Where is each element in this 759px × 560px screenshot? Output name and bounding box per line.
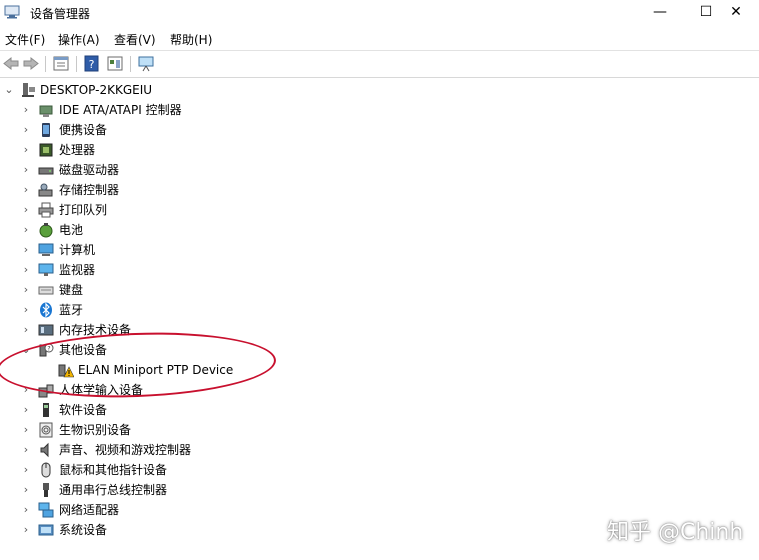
menu-action[interactable]: 操作(A) [58, 31, 100, 48]
software-device-icon [43, 403, 49, 417]
chevron-right-icon[interactable]: › [20, 380, 32, 400]
watermark: 知乎 @Chinh [607, 520, 744, 545]
computer-root-icon [22, 83, 35, 97]
tree-item-label: 便携设备 [59, 123, 108, 137]
chevron-right-icon[interactable]: › [20, 480, 32, 500]
chevron-right-icon[interactable]: › [20, 420, 32, 440]
tree-item-label: 处理器 [59, 143, 96, 157]
system-device-icon [38, 524, 54, 536]
menu-bar: 文件(F) 操作(A) 查看(V) 帮助(H) [0, 27, 759, 49]
tree-item-label: 键盘 [59, 283, 84, 297]
chevron-down-icon[interactable]: ⌄ [3, 80, 15, 100]
device-tree: ⌄ DESKTOP-2KKGEIU › IDE ATA/ATAPI 控制器 › … [0, 80, 759, 560]
menu-view[interactable]: 查看(V) [114, 31, 156, 48]
disk-drive-icon [38, 167, 54, 175]
tree-item-label: 鼠标和其他指针设备 [59, 463, 168, 477]
chevron-right-icon[interactable]: › [20, 280, 32, 300]
chevron-right-icon[interactable]: › [20, 520, 32, 540]
title-bar: 设备管理器 — ☐ ✕ [0, 0, 759, 25]
ide-controller-icon [39, 105, 53, 117]
tree-item-label: 人体学输入设备 [59, 383, 144, 397]
forward-icon[interactable] [22, 55, 40, 72]
tree-root-label: DESKTOP-2KKGEIU [40, 83, 153, 97]
chevron-right-icon[interactable]: › [20, 300, 32, 320]
computer-icon [38, 243, 54, 256]
tree-item-label: 其他设备 [59, 343, 108, 357]
svg-text:?: ? [47, 346, 50, 353]
monitor-icon[interactable] [137, 55, 155, 72]
close-button[interactable]: ✕ [713, 0, 759, 25]
tree-item-label: 打印队列 [59, 203, 108, 217]
tree-item-label: 磁盘驱动器 [59, 163, 120, 177]
sound-icon [40, 442, 49, 458]
tree-item-label: 监视器 [59, 263, 96, 277]
menu-file[interactable]: 文件(F) [5, 31, 45, 48]
tree-item-label: 网络适配器 [59, 503, 120, 517]
chevron-right-icon[interactable]: › [20, 140, 32, 160]
warning-device-icon [58, 364, 74, 378]
mouse-icon [41, 462, 51, 478]
toolbar: ? [0, 50, 759, 78]
tree-item-label: 内存技术设备 [59, 323, 132, 337]
printer-icon [38, 202, 54, 218]
hid-icon [38, 384, 54, 398]
tree-item-label: 通用串行总线控制器 [59, 483, 168, 497]
chevron-right-icon[interactable]: › [20, 460, 32, 480]
chevron-right-icon[interactable]: › [20, 200, 32, 220]
tree-item-label: IDE ATA/ATAPI 控制器 [59, 103, 182, 117]
chevron-right-icon[interactable]: › [20, 180, 32, 200]
chevron-right-icon[interactable]: › [20, 260, 32, 280]
other-devices-icon: ? [39, 343, 54, 357]
processor-icon [39, 143, 53, 157]
memory-device-icon [38, 324, 54, 336]
usb-icon [43, 483, 49, 497]
update-icon[interactable] [106, 55, 124, 72]
tree-item-label: 声音、视频和游戏控制器 [59, 443, 192, 457]
tree-item-label: 系统设备 [59, 523, 108, 537]
properties-icon[interactable] [52, 55, 70, 72]
network-adapter-icon [38, 502, 54, 518]
tree-item-label: 蓝牙 [59, 303, 84, 317]
tree-item-label: 软件设备 [59, 403, 108, 417]
chevron-right-icon[interactable]: › [20, 320, 32, 340]
bluetooth-icon [40, 302, 52, 318]
chevron-right-icon[interactable]: › [20, 500, 32, 520]
battery-icon [39, 223, 53, 238]
svg-text:?: ? [89, 58, 95, 71]
chevron-right-icon[interactable]: › [20, 160, 32, 180]
menu-help[interactable]: 帮助(H) [170, 31, 212, 48]
monitor-icon [38, 263, 54, 276]
tree-item-label: 计算机 [59, 243, 96, 257]
chevron-right-icon[interactable]: › [20, 400, 32, 420]
tree-item-label: ELAN Miniport PTP Device [78, 363, 234, 377]
biometric-icon [39, 422, 53, 438]
back-icon[interactable] [2, 55, 20, 72]
chevron-right-icon[interactable]: › [20, 120, 32, 140]
chevron-down-icon[interactable]: ⌄ [20, 340, 32, 360]
window-title: 设备管理器 [30, 7, 91, 21]
help-icon[interactable]: ? [83, 55, 101, 72]
device-manager-icon [4, 5, 20, 19]
tree-item-label: 电池 [59, 223, 84, 237]
chevron-right-icon[interactable]: › [20, 440, 32, 460]
chevron-right-icon[interactable]: › [20, 220, 32, 240]
chevron-right-icon[interactable]: › [20, 100, 32, 120]
keyboard-icon [38, 286, 54, 295]
minimize-button[interactable]: — [637, 0, 683, 25]
portable-device-icon [42, 123, 50, 137]
tree-item-label: 生物识别设备 [59, 423, 132, 437]
chevron-right-icon[interactable]: › [20, 240, 32, 260]
tree-item-label: 存储控制器 [59, 183, 120, 197]
storage-controller-icon [38, 183, 53, 197]
